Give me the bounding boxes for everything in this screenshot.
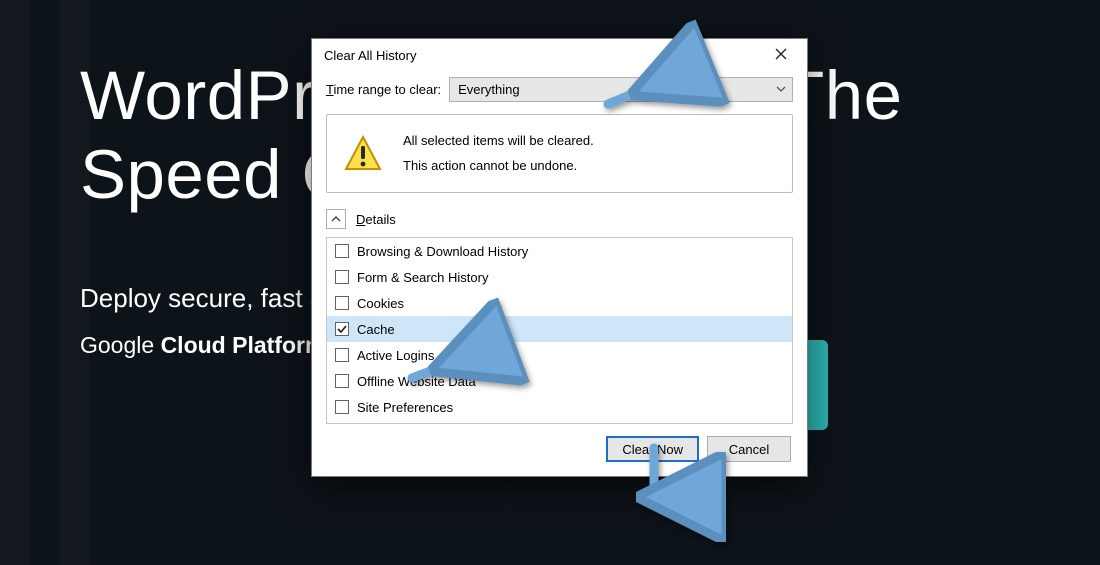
option-label: Site Preferences xyxy=(357,400,453,415)
option-label: Cookies xyxy=(357,296,404,311)
clear-history-dialog: Clear All History Time range to clear: E… xyxy=(311,38,808,477)
details-header: Details xyxy=(326,205,793,237)
dialog-button-row: Clear Now Cancel xyxy=(326,424,793,464)
checkbox[interactable] xyxy=(335,400,349,414)
option-label: Offline Website Data xyxy=(357,374,476,389)
hero-platform-prefix: Google xyxy=(80,332,154,358)
time-range-select[interactable]: Everything xyxy=(449,77,793,102)
warning-line-2: This action cannot be undone. xyxy=(403,154,594,179)
checkbox[interactable] xyxy=(335,244,349,258)
option-form-search-history[interactable]: Form & Search History xyxy=(327,264,792,290)
option-label: Active Logins xyxy=(357,348,434,363)
option-label: Browsing & Download History xyxy=(357,244,528,259)
close-button[interactable] xyxy=(761,41,801,69)
option-label: Form & Search History xyxy=(357,270,488,285)
option-cookies[interactable]: Cookies xyxy=(327,290,792,316)
warning-icon xyxy=(343,134,383,174)
cancel-button[interactable]: Cancel xyxy=(707,436,791,462)
chevron-down-icon xyxy=(776,82,786,97)
checkbox[interactable] xyxy=(335,322,349,336)
clear-now-button[interactable]: Clear Now xyxy=(606,436,699,462)
time-range-value: Everything xyxy=(458,82,519,97)
option-active-logins[interactable]: Active Logins xyxy=(327,342,792,368)
cta-button-edge[interactable] xyxy=(806,340,828,430)
checkbox[interactable] xyxy=(335,348,349,362)
time-range-label: Time range to clear: xyxy=(326,82,441,97)
details-listbox[interactable]: Browsing & Download History Form & Search… xyxy=(326,237,793,424)
dialog-title: Clear All History xyxy=(324,48,761,63)
checkbox[interactable] xyxy=(335,270,349,284)
close-icon xyxy=(775,48,787,63)
checkbox[interactable] xyxy=(335,374,349,388)
option-offline-website-data[interactable]: Offline Website Data xyxy=(327,368,792,394)
warning-line-1: All selected items will be cleared. xyxy=(403,129,594,154)
time-range-row: Time range to clear: Everything xyxy=(326,77,793,102)
warning-box: All selected items will be cleared. This… xyxy=(326,114,793,193)
dialog-titlebar: Clear All History xyxy=(312,39,807,71)
hero-platform-bold: Cloud Platform xyxy=(161,332,326,358)
option-label: Cache xyxy=(357,322,395,337)
option-cache[interactable]: Cache xyxy=(327,316,792,342)
details-toggle[interactable] xyxy=(326,209,346,229)
checkbox[interactable] xyxy=(335,296,349,310)
chevron-up-icon xyxy=(331,212,341,227)
details-label: Details xyxy=(356,212,396,227)
option-browsing-download-history[interactable]: Browsing & Download History xyxy=(327,238,792,264)
option-site-preferences[interactable]: Site Preferences xyxy=(327,394,792,420)
